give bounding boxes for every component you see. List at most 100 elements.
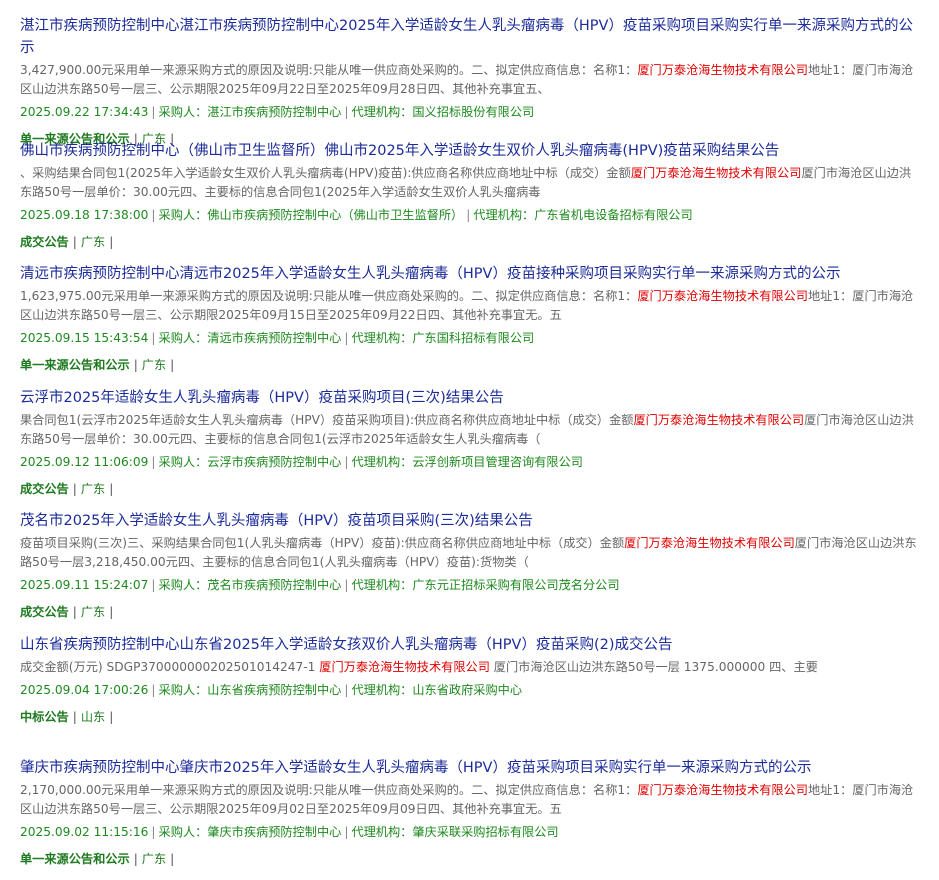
buyer-name: 采购人：佛山市疾病预防控制中心（佛山市卫生监督所）	[158, 207, 464, 222]
tag-separator: |	[72, 709, 77, 724]
tag-separator: |	[170, 358, 175, 372]
buyer-name: 采购人：山东省疾病预防控制中心	[158, 682, 342, 697]
list-item: 肇庆市疾病预防控制中心肇庆市2025年入学适龄女生人乳头瘤病毒（HPV）疫苗采购…	[20, 741, 939, 868]
snippet-text-before: 3,427,900.00元采用单一来源采购方式的原因及说明:只能从唯一供应商处采…	[20, 63, 638, 77]
notice-type-tag[interactable]: 单一来源公告和公示	[20, 852, 130, 866]
agency-name: 代理机构：广东国科招标有限公司	[351, 331, 535, 345]
meta-separator: |	[344, 454, 349, 469]
tag-separator: |	[133, 358, 138, 372]
notice-type-tag[interactable]: 中标公告	[20, 710, 69, 724]
meta-separator: |	[151, 825, 156, 839]
tag-separator: |	[72, 605, 77, 619]
publish-datetime: 2025.09.15 15:43:54	[20, 331, 149, 345]
supplier-highlight: 厦门万泰沧海生物技术有限公司	[637, 63, 808, 77]
meta-separator: |	[151, 682, 156, 697]
meta-separator: |	[344, 105, 349, 119]
result-meta: 2025.09.15 15:43:54 | 采购人：清远市疾病预防控制中心 | 代理机构…	[20, 329, 920, 347]
meta-separator: |	[151, 105, 156, 119]
result-title-link[interactable]: 云浮市2025年适龄女生人乳头瘤病毒（HPV）疫苗采购项目(三次)结果公告	[20, 387, 920, 409]
list-item: 云浮市2025年适龄女生人乳头瘤病毒（HPV）疫苗采购项目(三次)结果公告 果合…	[20, 371, 939, 496]
result-meta: 2025.09.22 17:34:43 | 采购人：湛江市疾病预防控制中心 | 代理机构…	[20, 103, 920, 121]
meta-separator: |	[466, 207, 471, 222]
result-snippet: 1,623,975.00元采用单一来源采购方式的原因及说明:只能从唯一供应商处采…	[20, 287, 920, 325]
tag-separator: |	[109, 481, 114, 496]
result-title-link[interactable]: 茂名市2025年入学适龄女生人乳头瘤病毒（HPV）疫苗项目采购(三次)结果公告	[20, 510, 920, 532]
meta-separator: |	[151, 331, 156, 345]
result-snippet: 疫苗项目采购(三次)三、采购结果合同包1(人乳头瘤病毒（HPV）疫苗):供应商名…	[20, 534, 920, 572]
list-item: 茂名市2025年入学适龄女生人乳头瘤病毒（HPV）疫苗项目采购(三次)结果公告 …	[20, 494, 939, 619]
publish-datetime: 2025.09.12 11:06:09	[20, 454, 149, 469]
agency-name: 代理机构：肇庆采联采购招标有限公司	[351, 825, 559, 839]
list-item: 山东省疾病预防控制中心山东省2025年入学适龄女孩双价人乳头瘤病毒（HPV）疫苗…	[20, 618, 939, 742]
region-tag[interactable]: 广东	[142, 852, 166, 866]
list-item: 佛山市疾病预防控制中心（佛山市卫生监督所）佛山市2025年入学适龄女生双价人乳头…	[20, 124, 939, 249]
publish-datetime: 2025.09.18 17:38:00	[20, 207, 149, 222]
region-tag[interactable]: 广东	[81, 482, 105, 496]
result-meta: 2025.09.11 15:24:07 | 采购人：茂名市疾病预防控制中心 | 代理机构…	[20, 576, 920, 594]
snippet-text-before: 疫苗项目采购(三次)三、采购结果合同包1(人乳头瘤病毒（HPV）疫苗):供应商名…	[20, 536, 625, 550]
notice-type-tag[interactable]: 成交公告	[20, 482, 69, 496]
result-tags: 中标公告 | 山东 |	[20, 708, 939, 726]
agency-name: 代理机构：广东元正招标采购有限公司茂名分公司	[351, 578, 620, 592]
snippet-text-before: 成交金额(万元) SDGP370000000202501014247-1	[20, 659, 320, 674]
notice-type-tag[interactable]: 单一来源公告和公示	[20, 358, 130, 372]
tag-separator: |	[109, 234, 114, 249]
publish-datetime: 2025.09.11 15:24:07	[20, 578, 149, 592]
results-list: 湛江市疾病预防控制中心湛江市疾病预防控制中心2025年入学适龄女生人乳头瘤病毒（…	[0, 0, 939, 868]
snippet-text-before: 2,170,000.00元采用单一来源采购方式的原因及说明:只能从唯一供应商处采…	[20, 783, 638, 797]
meta-separator: |	[344, 825, 349, 839]
tag-separator: |	[133, 852, 138, 866]
agency-name: 代理机构：云浮创新项目管理咨询有限公司	[351, 454, 583, 469]
region-tag[interactable]: 广东	[81, 235, 105, 249]
snippet-text-before: 、采购结果合同包1(2025年入学适龄女生双价人乳头瘤病毒(HPV)疫苗):供应…	[20, 165, 631, 180]
region-tag[interactable]: 广东	[142, 358, 166, 372]
list-item: 清远市疾病预防控制中心清远市2025年入学适龄女生人乳头瘤病毒（HPV）疫苗接种…	[20, 247, 939, 372]
result-title-link[interactable]: 清远市疾病预防控制中心清远市2025年入学适龄女生人乳头瘤病毒（HPV）疫苗接种…	[20, 263, 920, 285]
result-snippet: 果合同包1(云浮市2025年适龄女生人乳头瘤病毒（HPV）疫苗采购项目):供应商…	[20, 411, 920, 449]
result-snippet: 成交金额(万元) SDGP370000000202501014247-1 厦门万…	[20, 658, 920, 677]
result-title-link[interactable]: 山东省疾病预防控制中心山东省2025年入学适龄女孩双价人乳头瘤病毒（HPV）疫苗…	[20, 634, 920, 656]
tag-separator: |	[109, 605, 114, 619]
tag-separator: |	[109, 709, 114, 724]
supplier-highlight: 厦门万泰沧海生物技术有限公司	[624, 536, 795, 550]
agency-name: 代理机构：广东省机电设备招标有限公司	[473, 207, 693, 222]
meta-separator: |	[344, 682, 349, 697]
publish-datetime: 2025.09.22 17:34:43	[20, 105, 149, 119]
snippet-text-before: 果合同包1(云浮市2025年适龄女生人乳头瘤病毒（HPV）疫苗采购项目):供应商…	[20, 412, 634, 427]
buyer-name: 采购人：云浮市疾病预防控制中心	[158, 454, 342, 469]
list-item: 湛江市疾病预防控制中心湛江市疾病预防控制中心2025年入学适龄女生人乳头瘤病毒（…	[20, 0, 939, 146]
result-tags: 单一来源公告和公示 | 广东 |	[20, 850, 939, 868]
result-meta: 2025.09.02 11:15:16 | 采购人：肇庆市疾病预防控制中心 | 代理机构…	[20, 823, 920, 841]
meta-separator: |	[151, 578, 156, 592]
agency-name: 代理机构：国义招标股份有限公司	[351, 105, 535, 119]
supplier-highlight: 厦门万泰沧海生物技术有限公司	[633, 412, 805, 427]
snippet-text-after: 厦门市海沧区山边洪东路50号一层 1375.000000 四、主要	[489, 659, 818, 674]
notice-type-tag[interactable]: 成交公告	[20, 605, 69, 619]
tag-separator: |	[72, 481, 77, 496]
publish-datetime: 2025.09.04 17:00:26	[20, 682, 149, 697]
supplier-highlight: 厦门万泰沧海生物技术有限公司	[637, 289, 808, 303]
result-meta: 2025.09.12 11:06:09 | 采购人：云浮市疾病预防控制中心 | 代理机构…	[20, 453, 920, 471]
meta-separator: |	[344, 578, 349, 592]
result-title-link[interactable]: 肇庆市疾病预防控制中心肇庆市2025年入学适龄女生人乳头瘤病毒（HPV）疫苗采购…	[20, 757, 920, 779]
result-meta: 2025.09.18 17:38:00 | 采购人：佛山市疾病预防控制中心（佛山市卫…	[20, 206, 920, 224]
buyer-name: 采购人：湛江市疾病预防控制中心	[158, 105, 342, 119]
tag-separator: |	[72, 234, 77, 249]
meta-separator: |	[151, 207, 156, 222]
result-title-link[interactable]: 湛江市疾病预防控制中心湛江市疾病预防控制中心2025年入学适龄女生人乳头瘤病毒（…	[20, 15, 920, 59]
result-title-link[interactable]: 佛山市疾病预防控制中心（佛山市卫生监督所）佛山市2025年入学适龄女生双价人乳头…	[20, 140, 920, 162]
meta-separator: |	[151, 454, 156, 469]
result-meta: 2025.09.04 17:00:26 | 采购人：山东省疾病预防控制中心 | 代理机构…	[20, 681, 920, 699]
meta-separator: |	[344, 331, 349, 345]
buyer-name: 采购人：清远市疾病预防控制中心	[158, 331, 342, 345]
agency-name: 代理机构：山东省政府采购中心	[351, 682, 523, 697]
result-snippet: 2,170,000.00元采用单一来源采购方式的原因及说明:只能从唯一供应商处采…	[20, 781, 920, 819]
result-snippet: 3,427,900.00元采用单一来源采购方式的原因及说明:只能从唯一供应商处采…	[20, 61, 920, 99]
snippet-text-before: 1,623,975.00元采用单一来源采购方式的原因及说明:只能从唯一供应商处采…	[20, 289, 638, 303]
notice-type-tag[interactable]: 成交公告	[20, 235, 69, 249]
result-snippet: 、采购结果合同包1(2025年入学适龄女生双价人乳头瘤病毒(HPV)疫苗):供应…	[20, 164, 920, 202]
region-tag[interactable]: 广东	[81, 605, 105, 619]
region-tag[interactable]: 山东	[81, 710, 105, 724]
publish-datetime: 2025.09.02 11:15:16	[20, 825, 149, 839]
tag-separator: |	[170, 852, 175, 866]
